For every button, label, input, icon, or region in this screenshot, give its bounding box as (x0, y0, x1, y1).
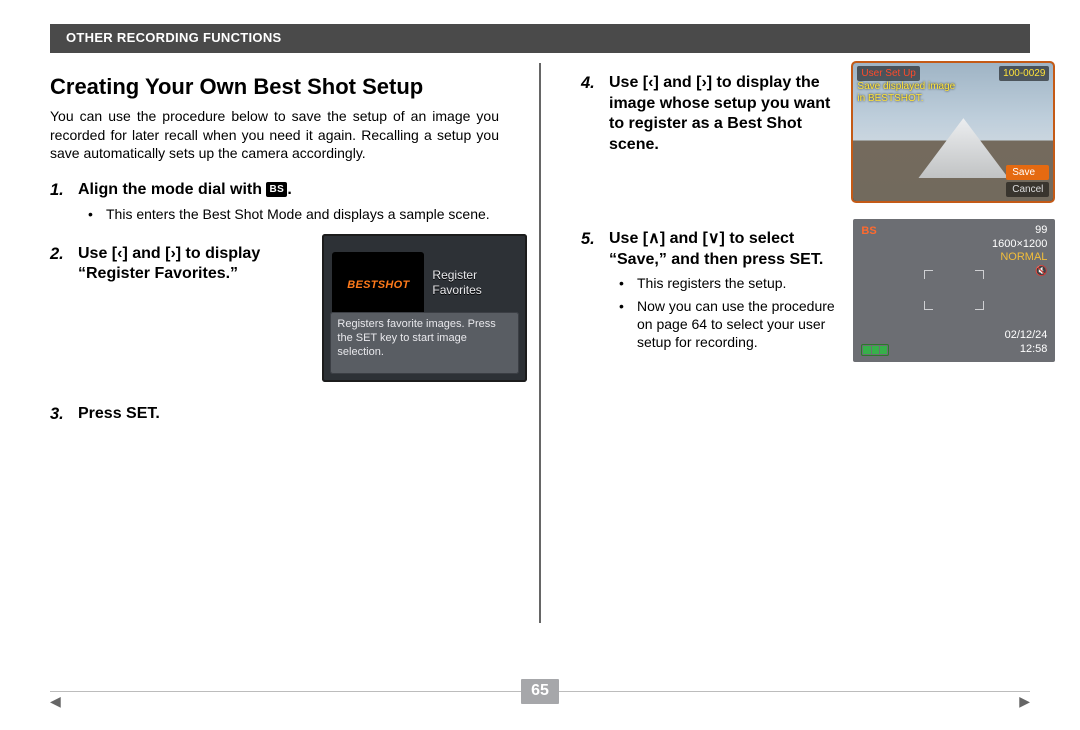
bullet-icon: • (619, 274, 629, 292)
step-1-number: 1. (50, 180, 70, 201)
lcd2-option-save: Save (1006, 165, 1049, 180)
manual-page: OTHER RECORDING FUNCTIONS Creating Your … (0, 0, 1080, 730)
step-5-body: Use [∧] and [∨] to select “Save,” and th… (609, 229, 841, 271)
battery-icon (861, 344, 889, 356)
lcd3-shots-remaining: 99 (1035, 223, 1047, 237)
two-column-layout: Creating Your Own Best Shot Setup You ca… (50, 63, 1030, 623)
step-5-bullet-2: Now you can use the procedure on page 64… (637, 297, 841, 352)
step-1-text-post: . (287, 181, 291, 198)
step-3: 3. Press SET. (50, 404, 499, 425)
lcd3-time: 12:58 (1020, 342, 1048, 356)
page-footer: 65 ◀ ▶ (50, 679, 1030, 704)
page-number: 65 (521, 679, 559, 704)
lcd2-counter: 100-0029 (999, 66, 1049, 81)
step-1: 1. Align the mode dial with BS. (50, 180, 499, 201)
lcd-register-favorites: BESTSHOT Register Favorites Registers fa… (322, 234, 527, 382)
lcd2-caption-line2: in BESTSHOT. (857, 93, 955, 105)
lcd2-title: User Set Up (857, 66, 919, 81)
step-5-number: 5. (581, 229, 601, 271)
lcd1-label-favorites: Favorites (432, 283, 481, 298)
lcd1-labels: Register Favorites (432, 268, 481, 298)
step-2-number: 2. (50, 244, 70, 286)
step-5-bullet-1: This registers the setup. (637, 274, 786, 292)
step-1-text-pre: Align the mode dial with (78, 181, 266, 198)
lcd-user-setup: User Set Up 100-0029 Save displayed imag… (853, 63, 1053, 201)
bs-mode-icon: BS (266, 182, 287, 197)
lcd-status-screen: BS 99 1600×1200 NORMAL 🔇 02/12/24 12:58 (853, 219, 1055, 362)
bullet-icon: • (619, 297, 629, 352)
lcd3-date: 02/12/24 (1005, 328, 1048, 342)
step-2-row: 2. Use [‹] and [›] to display “Register … (50, 234, 499, 382)
column-right: 4. Use [‹] and [›] to display the image … (581, 63, 1030, 623)
step-3-number: 3. (50, 404, 70, 425)
lcd2-caption-line1: Save displayed image (857, 81, 955, 93)
step-2-body: Use [‹] and [›] to display “Register Fav… (78, 244, 310, 286)
footer-rule-right (559, 691, 1030, 692)
lcd3-af-frame (924, 270, 984, 310)
step-4: 4. Use [‹] and [›] to display the image … (581, 73, 841, 156)
column-left: Creating Your Own Best Shot Setup You ca… (50, 63, 499, 623)
step-3-body: Press SET. (78, 404, 160, 425)
lcd1-thumbnail: BESTSHOT (332, 252, 424, 318)
section-header: OTHER RECORDING FUNCTIONS (50, 24, 1030, 53)
section-header-text: OTHER RECORDING FUNCTIONS (66, 30, 282, 45)
lcd2-caption: Save displayed image in BESTSHOT. (857, 81, 955, 105)
step-4-body: Use [‹] and [›] to display the image who… (609, 73, 841, 156)
step-1-bullet: This enters the Best Shot Mode and displ… (106, 205, 490, 223)
lcd2-option-cancel: Cancel (1006, 182, 1049, 197)
step-4-row: 4. Use [‹] and [›] to display the image … (581, 63, 1030, 201)
step-4-number: 4. (581, 73, 601, 156)
lcd1-description: Registers favorite images. Press the SET… (330, 312, 519, 374)
lcd1-label-register: Register (432, 268, 481, 283)
step-5-sub: • This registers the setup. • Now you ca… (619, 274, 841, 351)
step-5: 5. Use [∧] and [∨] to select “Save,” and… (581, 229, 841, 271)
step-5-row: 5. Use [∧] and [∨] to select “Save,” and… (581, 219, 1030, 362)
step-1-body: Align the mode dial with BS. (78, 180, 292, 201)
lcd3-bs-indicator: BS (861, 224, 876, 238)
lcd3-quality: NORMAL (1000, 250, 1047, 264)
intro-paragraph: You can use the procedure below to save … (50, 107, 499, 162)
page-title: Creating Your Own Best Shot Setup (50, 73, 499, 102)
step-2: 2. Use [‹] and [›] to display “Register … (50, 244, 310, 286)
speaker-icon: 🔇 (1035, 265, 1047, 278)
next-page-arrow-icon[interactable]: ▶ (1019, 692, 1030, 710)
lcd2-options: Save Cancel (1006, 163, 1049, 197)
footer-rule-left (50, 691, 521, 692)
prev-page-arrow-icon[interactable]: ◀ (50, 692, 61, 710)
column-divider (539, 63, 541, 623)
step-1-sub: • This enters the Best Shot Mode and dis… (88, 205, 499, 223)
bullet-icon: • (88, 205, 98, 223)
bestshot-logo: BESTSHOT (347, 278, 409, 292)
